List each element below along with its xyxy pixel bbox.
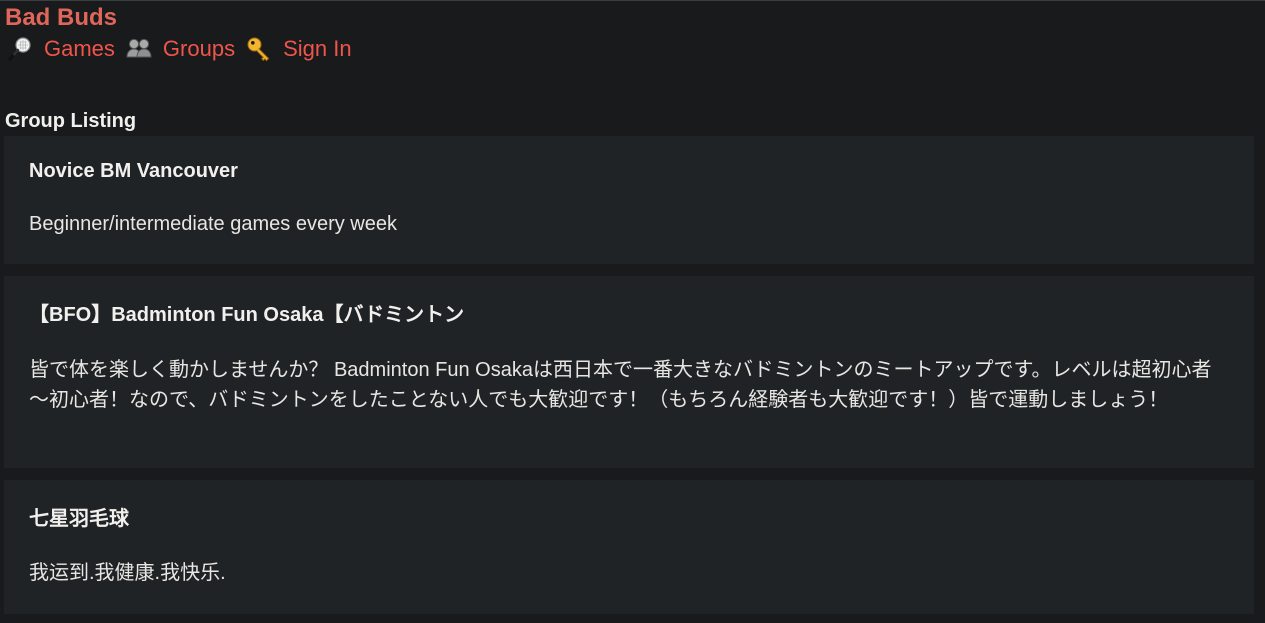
nav-link-games[interactable]: Games: [6, 33, 115, 65]
group-description: Beginner/intermediate games every week: [29, 213, 397, 235]
group-description: 皆で体を楽しく動かしませんか？ Badminton Fun Osakaは西日本で…: [29, 359, 1212, 411]
group-description: 我运到.我健康.我快乐.: [29, 562, 226, 584]
site-title-link[interactable]: Bad Buds: [5, 3, 1254, 33]
group-card[interactable]: 【BFO】Badminton Fun Osaka【バドミントン 皆で体を楽しく動…: [4, 276, 1254, 468]
nav-link-groups[interactable]: Groups: [125, 33, 235, 65]
main-nav: Games Groups Sign In: [6, 33, 1254, 65]
key-icon: [245, 35, 273, 63]
page-title: Group Listing: [5, 110, 137, 132]
group-name[interactable]: Novice BM Vancouver: [29, 158, 1229, 184]
group-name[interactable]: 七星羽毛球: [29, 506, 1229, 532]
badminton-racket-icon: [6, 35, 34, 63]
nav-label-games: Games: [44, 36, 115, 61]
group-people-icon: [125, 35, 153, 63]
nav-label-sign-in: Sign In: [283, 36, 352, 61]
nav-label-groups: Groups: [162, 36, 236, 61]
page: Bad Buds Games Groups Sign In Group List…: [0, 0, 1265, 623]
group-name[interactable]: 【BFO】Badminton Fun Osaka【バドミントン: [29, 302, 1229, 328]
group-card[interactable]: Novice BM Vancouver Beginner/intermediat…: [4, 136, 1254, 264]
group-list: Novice BM Vancouver Beginner/intermediat…: [4, 136, 1254, 614]
nav-link-sign-in[interactable]: Sign In: [245, 33, 352, 65]
group-card[interactable]: 七星羽毛球 我运到.我健康.我快乐.: [4, 480, 1254, 614]
